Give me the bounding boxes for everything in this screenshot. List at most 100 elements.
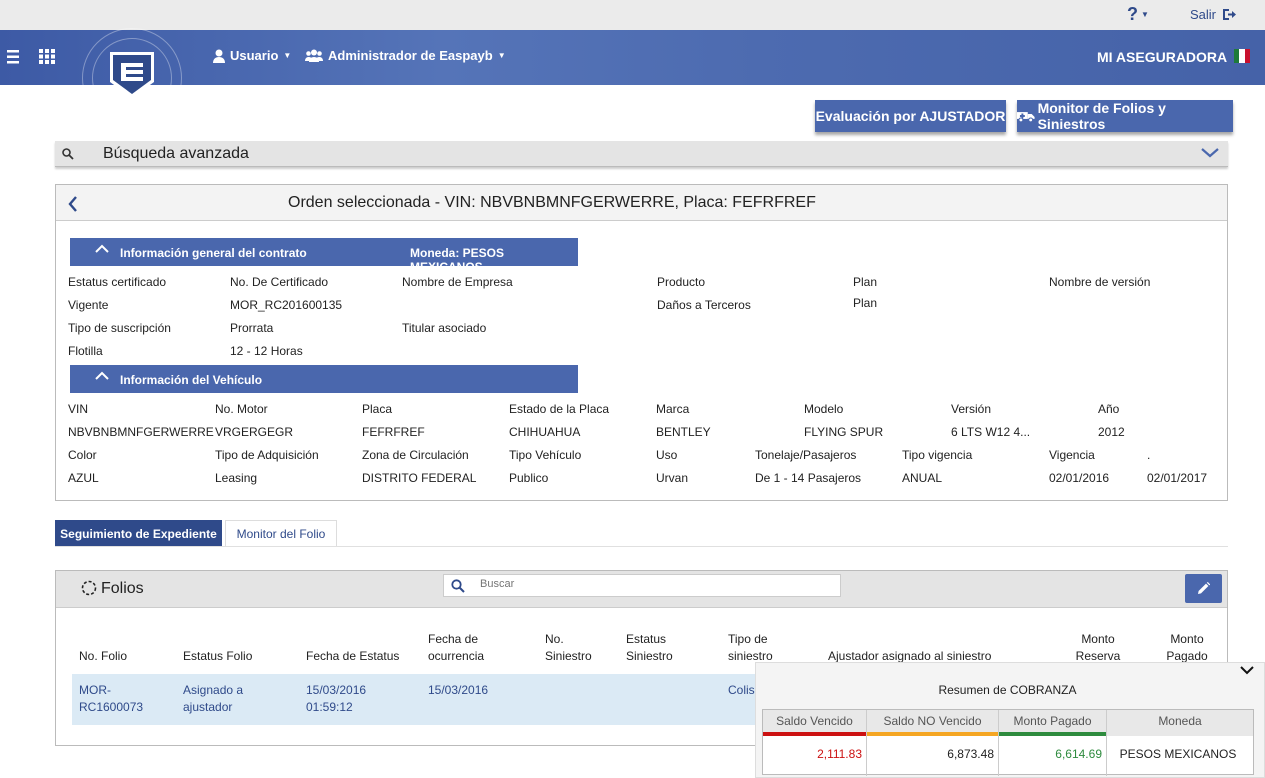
busqueda-avanzada-bar[interactable]: Búsqueda avanzada — [55, 141, 1228, 167]
search-icon — [62, 148, 74, 160]
logout-button[interactable]: Salir — [1190, 7, 1237, 22]
header-moneda: Moneda — [1107, 710, 1253, 736]
field-value: Flotilla — [68, 344, 103, 358]
monitor-folios-label: Monitor de Folios y Siniestros — [1037, 100, 1166, 132]
cell-fecha-ocurrencia: 15/03/2016 — [428, 683, 489, 697]
field-label: Prorrata — [230, 321, 274, 335]
mexico-flag-icon[interactable] — [1234, 49, 1250, 63]
table-row[interactable]: MOR- RC1600073 Asignado a ajustador 15/03/… — [72, 674, 762, 725]
resumen-cobranza-title: Resumen de COBRANZA — [938, 683, 1077, 697]
field-value: Vigente — [68, 298, 109, 312]
caret-down-icon: ▼ — [497, 51, 506, 60]
field-label: Placa — [362, 402, 393, 416]
main-navbar: Usuario ▼ Administrador de Easpayb ▼ MI … — [0, 28, 1265, 128]
column-header-fecha-ocurrencia: Fecha de ocurrencia — [428, 632, 485, 663]
field-label: VIN — [68, 402, 89, 416]
back-chevron-icon[interactable] — [68, 196, 78, 212]
orden-title: Orden seleccionada - VIN: NBVBNBMNFGERWE… — [288, 194, 816, 211]
value-monto-pagado: 6,614.69 — [999, 736, 1107, 776]
field-label: Año — [1098, 402, 1120, 416]
usuario-label: Usuario — [230, 48, 279, 63]
field-label: Estatus certificado — [68, 275, 167, 289]
users-group-icon — [305, 49, 323, 62]
column-header-no-folio: No. Folio — [79, 649, 128, 663]
field-label: No. De Certificado — [230, 275, 329, 289]
resumen-cobranza-table: Saldo Vencido Saldo NO Vencido Monto Pag… — [762, 709, 1254, 776]
field-label: Tipo Vehículo — [509, 448, 582, 462]
field-label: Zona de Circulación — [362, 448, 469, 462]
field-value: Leasing — [215, 471, 258, 485]
field-label: Nombre de versión — [1049, 275, 1151, 289]
folios-search-box — [443, 574, 841, 597]
header-monto-pagado: Monto Pagado — [999, 710, 1107, 736]
folios-title: Folios — [101, 580, 144, 597]
pencil-icon — [1198, 582, 1210, 594]
field-value: FEFRFREF — [362, 425, 425, 439]
field-label: Marca — [656, 402, 690, 416]
chevron-down-icon[interactable] — [1201, 148, 1219, 158]
chevron-up-icon — [95, 371, 109, 380]
field-label: Color — [68, 448, 97, 462]
monitor-folios-button[interactable]: Monitor de Folios y Siniestros — [1017, 100, 1233, 132]
logout-label: Salir — [1190, 7, 1217, 22]
evaluacion-ajustador-button[interactable]: Evaluación por AJUSTADOR — [815, 100, 1006, 132]
logout-icon — [1223, 9, 1237, 20]
caret-down-icon: ▼ — [283, 51, 292, 60]
field-label: Uso — [656, 448, 678, 462]
column-header-fecha-estatus: Fecha de Estatus — [306, 649, 400, 663]
user-icon — [213, 49, 225, 63]
field-value: 6 LTS W12 4... — [951, 425, 1031, 439]
help-menu-button[interactable]: ? ▼ — [1127, 5, 1149, 24]
value-saldo-no-vencido: 6,873.48 — [867, 736, 999, 776]
company-logo — [110, 52, 154, 98]
usuario-menu[interactable]: Usuario ▼ — [213, 48, 291, 63]
field-value: ANUAL — [902, 471, 943, 485]
field-value: DISTRITO FEDERAL — [362, 471, 477, 485]
tab-divider — [55, 546, 1228, 547]
admin-menu[interactable]: Administrador de Easpayb ▼ — [305, 48, 506, 63]
column-header-monto-reserva: Monto Reserva — [1075, 632, 1121, 663]
cell-fecha-estatus: 15/03/2016 01:59:12 — [306, 683, 367, 714]
top-bar: ? ▼ Salir — [0, 0, 1265, 30]
field-label: Tipo de Adquisición — [215, 448, 319, 462]
column-header-monto-pagado: Monto Pagado — [1166, 632, 1208, 663]
chevron-down-icon[interactable] — [1240, 666, 1254, 675]
field-value: 02/01/2016 — [1049, 471, 1110, 485]
header-saldo-no-vencido: Saldo NO Vencido — [867, 710, 999, 736]
field-value: AZUL — [68, 471, 99, 485]
field-value: Publico — [509, 471, 549, 485]
field-label: Titular asociado — [402, 321, 487, 335]
contract-section-title: Información general del contrato — [120, 246, 307, 260]
folios-search-input[interactable] — [480, 578, 820, 590]
field-value: De 1 - 14 Pasajeros — [755, 471, 862, 485]
apps-grid-icon[interactable] — [39, 49, 55, 64]
search-icon — [451, 579, 465, 593]
busqueda-avanzada-title: Búsqueda avanzada — [103, 145, 249, 162]
orden-panel: Orden seleccionada - VIN: NBVBNBMNFGERWE… — [55, 184, 1228, 501]
moneda-label: Moneda: PESOS MEXICANOS — [410, 246, 505, 274]
refresh-icon[interactable] — [81, 580, 97, 596]
cell-tipo-siniestro: Colis — [728, 683, 755, 697]
edit-button[interactable] — [1185, 574, 1222, 603]
tab-monitor-folio[interactable]: Monitor del Folio — [225, 520, 337, 547]
vehicle-section-title: Información del Vehículo — [120, 373, 263, 387]
orden-header: Orden seleccionada - VIN: NBVBNBMNFGERWE… — [56, 185, 1227, 221]
caret-down-icon: ▼ — [1141, 10, 1149, 20]
vehicle-section-header[interactable]: Información del Vehículo — [70, 365, 578, 393]
field-label: Versión — [951, 402, 992, 416]
field-value: Urvan — [656, 471, 689, 485]
contract-section-header[interactable]: Información general del contrato Moneda:… — [70, 238, 578, 274]
field-value: NBVBNBMNFGERWERRE — [68, 425, 214, 439]
cell-no-folio: MOR- RC1600073 — [79, 683, 144, 714]
field-label: Plan — [853, 275, 878, 289]
field-value: 2012 — [1098, 425, 1125, 439]
hamburger-menu-icon[interactable] — [7, 50, 19, 64]
field-label: Estado de la Placa — [509, 402, 610, 416]
value-saldo-vencido: 2,111.83 — [763, 736, 867, 776]
field-value: CHIHUAHUA — [509, 425, 581, 439]
header-saldo-vencido: Saldo Vencido — [763, 710, 867, 736]
tab-seguimiento-expediente[interactable]: Seguimiento de Expediente — [55, 520, 222, 547]
help-icon: ? — [1127, 4, 1138, 24]
admin-label: Administrador de Easpayb — [328, 48, 493, 63]
field-value: VRGERGEGR — [215, 425, 294, 439]
